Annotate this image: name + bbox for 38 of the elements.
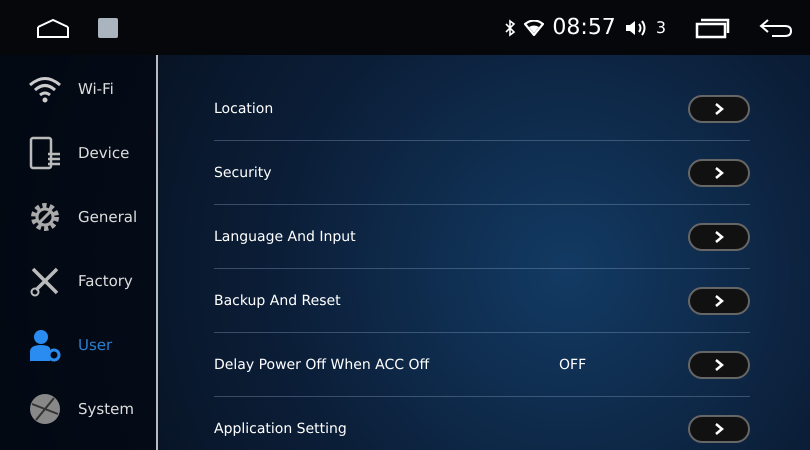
open-button[interactable]	[688, 414, 750, 442]
open-button[interactable]	[688, 158, 750, 186]
setting-value: OFF	[559, 356, 586, 372]
sidebar-item[interactable]: Device	[0, 121, 156, 185]
open-button[interactable]	[688, 286, 750, 314]
chevron-right-icon	[713, 294, 725, 308]
chevron-right-icon	[713, 166, 725, 180]
sidebar-item[interactable]: User	[0, 313, 156, 377]
sidebar-item[interactable]: Factory	[0, 249, 156, 313]
volume-level: 3	[656, 18, 666, 37]
globe-icon	[28, 392, 62, 426]
setting-label: Backup And Reset	[214, 292, 342, 308]
back-icon[interactable]	[758, 16, 794, 38]
home-icon[interactable]	[36, 16, 70, 38]
setting-label: Application Setting	[214, 420, 348, 436]
chevron-right-icon	[713, 358, 725, 372]
setting-label: Location	[214, 100, 274, 116]
open-button[interactable]	[688, 222, 750, 250]
sidebar-item[interactable]: Wi-Fi	[0, 57, 156, 121]
bluetooth-icon	[504, 18, 516, 36]
setting-label: Delay Power Off When ACC Off	[214, 356, 430, 372]
gear-icon	[28, 200, 62, 234]
setting-label: Language And Input	[214, 228, 357, 244]
wifi-icon	[28, 75, 62, 103]
speaker-icon	[624, 18, 648, 38]
sidebar-item[interactable]: General	[0, 185, 156, 249]
tablet-icon	[28, 136, 62, 170]
chevron-right-icon	[713, 422, 725, 436]
user-settings-icon	[28, 328, 62, 362]
open-button[interactable]	[688, 350, 750, 378]
sidebar-item[interactable]: System	[0, 377, 156, 441]
recent-apps-icon[interactable]	[694, 16, 730, 38]
wifi-signal-icon	[524, 20, 544, 36]
clock-time: 08:57	[552, 15, 616, 40]
chevron-right-icon	[713, 102, 725, 116]
open-button[interactable]	[688, 94, 750, 122]
chevron-right-icon	[713, 230, 725, 244]
setting-label: Security	[214, 164, 272, 180]
